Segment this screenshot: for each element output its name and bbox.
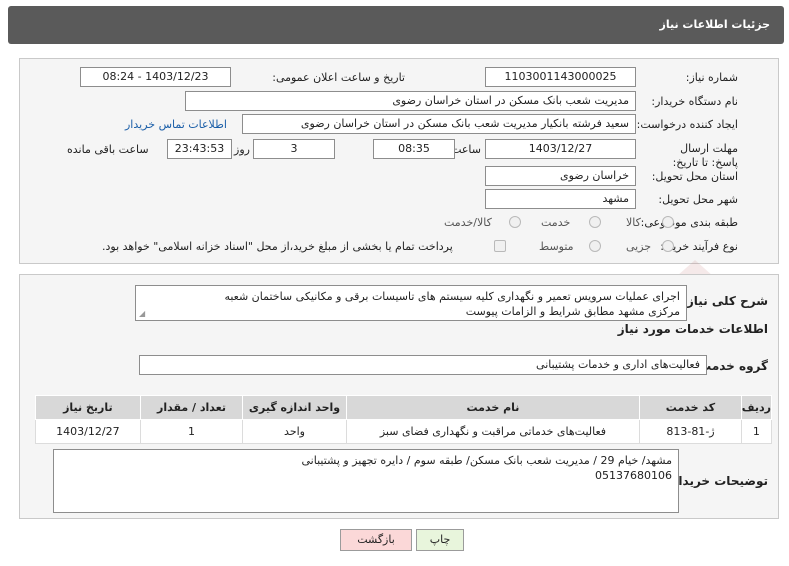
page-header: جزئیات اطلاعات نیاز xyxy=(8,6,784,44)
days-field: 3 xyxy=(253,139,335,159)
province-label: استان محل تحویل: xyxy=(651,170,738,183)
back-button[interactable]: بازگشت xyxy=(340,529,412,551)
remaining-time-field: 23:43:53 xyxy=(167,139,232,159)
services-heading: اطلاعات خدمات مورد نیاز xyxy=(617,322,768,336)
creator-label: ایجاد کننده درخواست: xyxy=(636,118,738,131)
col-qty-header: تعداد / مقدار xyxy=(139,395,244,420)
table-row: 1 ژ-81-813 فعالیت‌های خدماتی مراقبت و نگ… xyxy=(35,419,773,444)
col-row-header: ردیف xyxy=(740,395,773,420)
page-title: جزئیات اطلاعات نیاز xyxy=(659,18,771,31)
buyer-notes-line-1: مشهد/ خیام 29 / مدیریت شعب بانک مسکن/ طب… xyxy=(301,454,672,467)
resize-handle-icon[interactable]: ◢ xyxy=(139,310,147,318)
cell-row: 1 xyxy=(740,419,773,444)
need-info-panel: شماره نیاز: 1103001143000025 تاریخ و ساع… xyxy=(19,58,779,264)
buyer-label: نام دستگاه خریدار: xyxy=(651,95,738,108)
need-number-field: 1103001143000025 xyxy=(485,67,636,87)
category-service-label: خدمت xyxy=(541,216,571,229)
services-table-header: ردیف کد خدمت نام خدمت واحد اندازه گیری ت… xyxy=(35,395,773,420)
buyer-contact-link[interactable]: اطلاعات تماس خریدار xyxy=(125,118,227,131)
cell-code: ژ-81-813 xyxy=(639,419,742,444)
process-small-radio[interactable] xyxy=(662,240,674,252)
deadline-date-field: 1403/12/27 xyxy=(485,139,636,159)
process-medium-radio[interactable] xyxy=(589,240,601,252)
buyer-notes-label: توضیحات خریدار: xyxy=(666,474,768,488)
col-date-header: تاریخ نیاز xyxy=(35,395,141,420)
city-field: مشهد xyxy=(485,189,636,209)
process-small-label: جزیی xyxy=(626,240,652,253)
col-unit-header: واحد اندازه گیری xyxy=(242,395,347,420)
summary-textarea: اجرای عملیات سرویس تعمیر و نگهداری کلیه … xyxy=(135,285,687,321)
province-field: خراسان رضوی xyxy=(485,166,636,186)
col-name-header: نام خدمت xyxy=(345,395,641,420)
need-number-label: شماره نیاز: xyxy=(685,71,738,84)
summary-label: شرح کلی نیاز: xyxy=(682,294,768,308)
announce-date-field: 1403/12/23 - 08:24 xyxy=(80,67,231,87)
category-goods-label: کالا xyxy=(626,216,641,229)
buyer-notes-textarea: مشهد/ خیام 29 / مدیریت شعب بانک مسکن/ طب… xyxy=(53,449,679,513)
services-table: ردیف کد خدمت نام خدمت واحد اندازه گیری ت… xyxy=(35,395,773,444)
category-label: طبقه بندی موضوعی: xyxy=(640,216,738,229)
cell-name: فعالیت‌های خدماتی مراقبت و نگهداری فضای … xyxy=(345,419,641,444)
cell-qty: 1 xyxy=(139,419,244,444)
need-details-panel: شرح کلی نیاز: اجرای عملیات سرویس تعمیر و… xyxy=(19,274,779,519)
col-code-header: کد خدمت xyxy=(639,395,742,420)
deadline-label: مهلت ارسال پاسخ: تا تاریخ: xyxy=(672,142,738,169)
deadline-time-field: 08:35 xyxy=(373,139,455,159)
cell-unit: واحد xyxy=(242,419,347,444)
cell-date: 1403/12/27 xyxy=(35,419,141,444)
buyer-notes-line-2: 05137680106 xyxy=(595,469,672,482)
deadline-time-label: ساعت xyxy=(451,143,481,156)
treasury-payment-note: پرداخت تمام یا بخشی از مبلغ خرید،از محل … xyxy=(102,240,453,253)
service-group-field: فعالیت‌های اداری و خدمات پشتیبانی xyxy=(139,355,707,375)
category-goods-service-label: کالا/خدمت xyxy=(444,216,492,229)
category-goods-radio[interactable] xyxy=(662,216,674,228)
buyer-field: مدیریت شعب بانک مسکن در استان خراسان رضو… xyxy=(185,91,636,111)
treasury-payment-checkbox[interactable] xyxy=(494,240,506,252)
remaining-time-label: ساعت باقی مانده xyxy=(67,143,149,156)
print-button[interactable]: چاپ xyxy=(416,529,464,551)
city-label: شهر محل تحویل: xyxy=(658,193,738,206)
category-goods-service-radio[interactable] xyxy=(509,216,521,228)
announce-date-label: تاریخ و ساعت اعلان عمومی: xyxy=(272,71,405,84)
summary-line-1: اجرای عملیات سرویس تعمیر و نگهداری کلیه … xyxy=(224,290,680,303)
summary-line-2: مرکزی مشهد مطابق شرایط و الزامات پیوست xyxy=(465,305,680,318)
category-service-radio[interactable] xyxy=(589,216,601,228)
process-medium-label: متوسط xyxy=(539,240,574,253)
creator-field: سعید فرشته بانکیار مدیریت شعب بانک مسکن … xyxy=(242,114,636,134)
